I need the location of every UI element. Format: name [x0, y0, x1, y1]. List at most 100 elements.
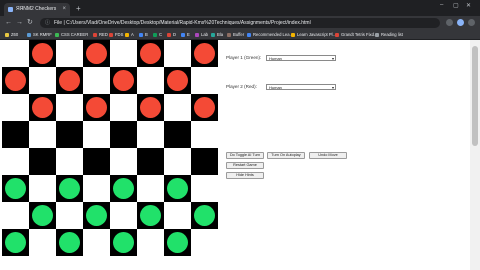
board-square[interactable]	[2, 121, 29, 148]
board-square[interactable]	[137, 202, 164, 229]
board-square[interactable]	[191, 202, 218, 229]
restart-game-button[interactable]: Restart Game	[226, 162, 264, 169]
red-checker-piece[interactable]	[194, 97, 215, 118]
green-checker-piece[interactable]	[59, 232, 80, 253]
board-square[interactable]	[164, 94, 191, 121]
board-square[interactable]	[164, 40, 191, 67]
green-checker-piece[interactable]	[5, 232, 26, 253]
board-square[interactable]	[56, 202, 83, 229]
board-square[interactable]	[191, 229, 218, 256]
green-checker-piece[interactable]	[5, 178, 26, 199]
board-square[interactable]	[191, 175, 218, 202]
red-checker-piece[interactable]	[86, 43, 107, 64]
board-square[interactable]	[110, 175, 137, 202]
board-square[interactable]	[191, 40, 218, 67]
green-checker-piece[interactable]	[194, 205, 215, 226]
bookmark-item[interactable]: Bla	[210, 30, 223, 39]
board-square[interactable]	[56, 229, 83, 256]
bookmark-item[interactable]: RED	[92, 30, 108, 39]
red-checker-piece[interactable]	[140, 43, 161, 64]
green-checker-piece[interactable]	[113, 232, 134, 253]
board-square[interactable]	[2, 94, 29, 121]
red-checker-piece[interactable]	[167, 70, 188, 91]
minimize-button[interactable]: –	[440, 2, 443, 8]
board-square[interactable]	[29, 67, 56, 94]
board-square[interactable]	[2, 67, 29, 94]
green-checker-piece[interactable]	[113, 178, 134, 199]
bookmark-item[interactable]: E	[180, 30, 190, 39]
hide-hints-button[interactable]: Hide Hints	[226, 172, 264, 179]
checkers-board[interactable]	[2, 40, 218, 256]
board-square[interactable]	[56, 175, 83, 202]
maximize-button[interactable]: ▢	[453, 2, 459, 9]
scrollbar-thumb[interactable]	[472, 46, 478, 146]
board-square[interactable]	[83, 67, 110, 94]
new-tab-button[interactable]: +	[76, 3, 81, 14]
board-square[interactable]	[137, 175, 164, 202]
page-scrollbar[interactable]	[470, 40, 480, 270]
green-checker-piece[interactable]	[59, 178, 80, 199]
board-square[interactable]	[29, 148, 56, 175]
board-square[interactable]	[137, 94, 164, 121]
bookmark-item[interactable]: Lab	[194, 30, 208, 39]
board-square[interactable]	[164, 148, 191, 175]
board-square[interactable]	[137, 229, 164, 256]
board-square[interactable]	[110, 148, 137, 175]
board-square[interactable]	[164, 229, 191, 256]
bookmark-item[interactable]: Grandt Tetris Fixd…	[334, 30, 378, 39]
bookmark-item[interactable]: CSS CAREER	[54, 30, 88, 39]
red-checker-piece[interactable]	[5, 70, 26, 91]
board-square[interactable]	[56, 94, 83, 121]
board-square[interactable]	[29, 121, 56, 148]
board-square[interactable]	[191, 121, 218, 148]
board-square[interactable]	[83, 94, 110, 121]
red-checker-piece[interactable]	[32, 97, 53, 118]
bookmark-item[interactable]: A	[124, 30, 134, 39]
forward-button[interactable]: →	[16, 18, 23, 28]
board-square[interactable]	[191, 94, 218, 121]
board-square[interactable]	[164, 175, 191, 202]
board-square[interactable]	[83, 202, 110, 229]
board-square[interactable]	[110, 202, 137, 229]
board-square[interactable]	[29, 229, 56, 256]
red-checker-piece[interactable]	[113, 70, 134, 91]
close-window-button[interactable]: ✕	[466, 2, 471, 9]
close-tab-icon[interactable]: ×	[62, 3, 66, 16]
address-bar[interactable]: ⓘ File | C:/Users/Vlad/OneDrive/Desktop/…	[40, 18, 440, 28]
bookmark-item[interactable]: Z60	[4, 30, 18, 39]
board-square[interactable]	[56, 148, 83, 175]
board-square[interactable]	[2, 229, 29, 256]
reload-button[interactable]: ↻	[27, 18, 33, 28]
board-square[interactable]	[29, 202, 56, 229]
red-checker-piece[interactable]	[86, 97, 107, 118]
bookmark-item[interactable]: FDS	[108, 30, 123, 39]
bookmark-item[interactable]: Buffer	[226, 30, 244, 39]
board-square[interactable]	[191, 148, 218, 175]
player1-select[interactable]: Human ▾	[266, 55, 336, 61]
board-square[interactable]	[56, 67, 83, 94]
board-square[interactable]	[2, 148, 29, 175]
red-checker-piece[interactable]	[59, 70, 80, 91]
board-square[interactable]	[191, 67, 218, 94]
back-button[interactable]: ←	[5, 18, 12, 28]
green-checker-piece[interactable]	[32, 205, 53, 226]
board-square[interactable]	[29, 94, 56, 121]
board-square[interactable]	[164, 121, 191, 148]
board-square[interactable]	[137, 148, 164, 175]
player2-select[interactable]: Human ▾	[266, 84, 336, 90]
turn-on-autoplay-button[interactable]: Turn On Autoplay	[267, 152, 305, 159]
board-square[interactable]	[164, 202, 191, 229]
board-square[interactable]	[83, 121, 110, 148]
red-checker-piece[interactable]	[140, 97, 161, 118]
board-square[interactable]	[110, 67, 137, 94]
toggle-ai-turn-button[interactable]: Do Toggle AI Turn	[226, 152, 264, 159]
bookmark-item[interactable]: C	[152, 30, 162, 39]
board-square[interactable]	[137, 67, 164, 94]
bookmark-item[interactable]: Recommended Lea…	[246, 30, 294, 39]
board-square[interactable]	[110, 40, 137, 67]
board-square[interactable]	[83, 40, 110, 67]
board-square[interactable]	[56, 40, 83, 67]
board-square[interactable]	[56, 121, 83, 148]
board-square[interactable]	[2, 40, 29, 67]
board-square[interactable]	[83, 229, 110, 256]
